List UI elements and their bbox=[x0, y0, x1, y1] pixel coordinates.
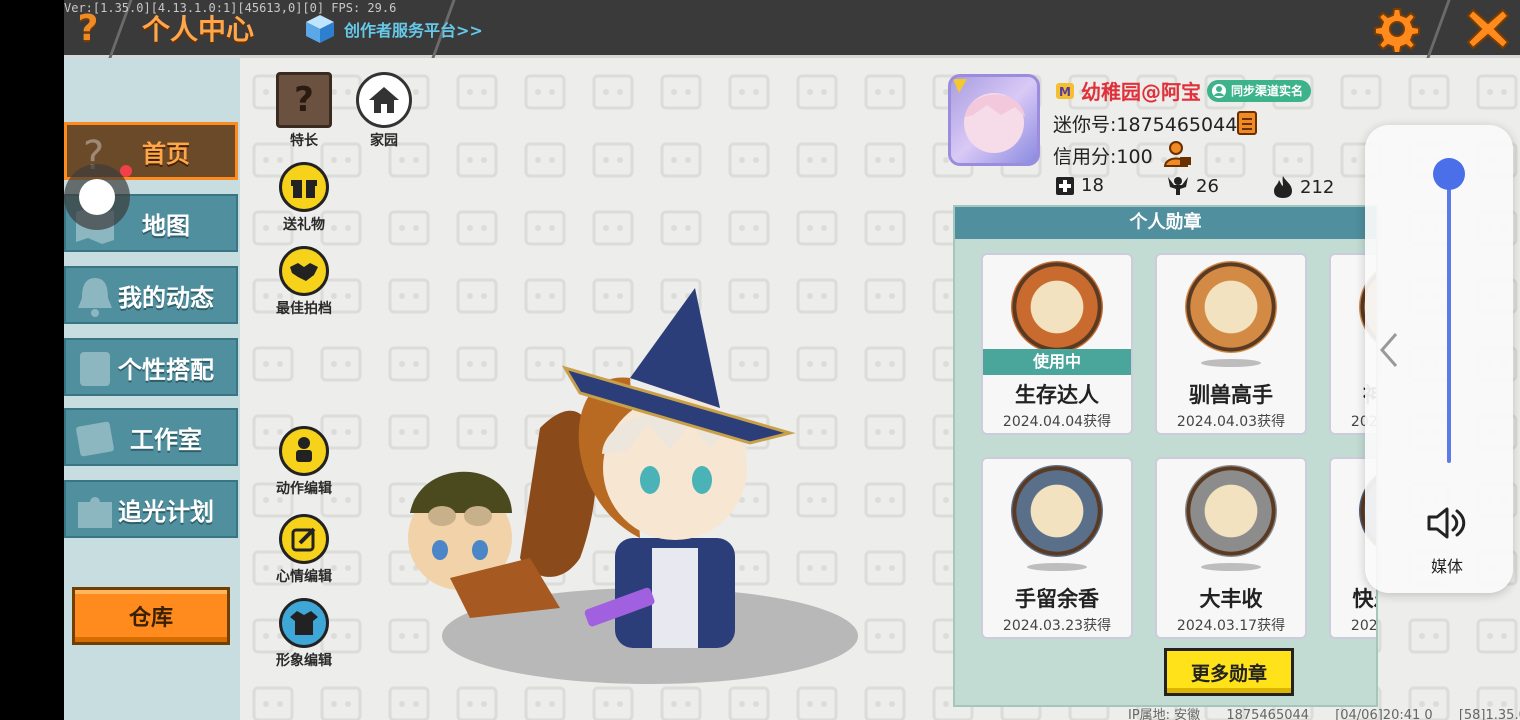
creator-platform-link[interactable]: 创作者服务平台>> bbox=[304, 10, 483, 48]
action-label: 动作编辑 bbox=[276, 481, 332, 497]
realname-badge-label: 同步渠道实名 bbox=[1231, 84, 1304, 98]
character-scene[interactable] bbox=[390, 258, 870, 698]
sidebar-item-light-chaser[interactable]: 追光计划 bbox=[64, 480, 238, 538]
medal-card[interactable]: 大丰收 2024.03.17获得 bbox=[1155, 457, 1307, 639]
mood-edit-icon bbox=[279, 514, 329, 564]
sidebar-item-activity[interactable]: 我的动态 bbox=[64, 266, 238, 324]
medal-shadow bbox=[1201, 563, 1261, 571]
medal-shadow bbox=[1027, 563, 1087, 571]
medal-date: 2024.03.17获得 bbox=[1350, 618, 1378, 634]
action-label: 送礼物 bbox=[283, 217, 325, 233]
floating-assist-ball[interactable] bbox=[64, 164, 130, 230]
footer-version: [58]1.35.0 bbox=[1458, 708, 1520, 720]
action-edit-button[interactable]: 动作编辑 bbox=[262, 426, 346, 498]
medal-date: 2024.03.17获得 bbox=[1176, 618, 1286, 634]
sidebar-item-label: 工作室 bbox=[130, 425, 202, 454]
person-check-icon bbox=[1212, 83, 1226, 98]
action-label: 心情编辑 bbox=[276, 569, 332, 585]
sidebar-item-outfit[interactable]: 个性搭配 bbox=[64, 338, 238, 396]
credit-person-icon[interactable] bbox=[1163, 139, 1193, 169]
sidebar-item-label: 首页 bbox=[142, 139, 190, 168]
medal-shadow bbox=[1201, 359, 1261, 367]
stat-value: 212 bbox=[1300, 176, 1335, 198]
outfit-edit-icon bbox=[279, 598, 329, 648]
medal-icon bbox=[1011, 465, 1103, 557]
ip-location: IP属地: 安徽 bbox=[1128, 708, 1201, 720]
handshake-icon bbox=[279, 246, 329, 296]
medal-name: 快乐小伙伴 bbox=[1352, 587, 1377, 611]
medal-date: 2024.04.04获得 bbox=[1002, 414, 1112, 430]
stat-popularity: 212 bbox=[1272, 175, 1334, 199]
warehouse-button[interactable]: 仓库 bbox=[72, 587, 230, 645]
medal-name: 手留余香 bbox=[1015, 587, 1099, 611]
best-partner-button[interactable]: 最佳拍档 bbox=[262, 246, 346, 318]
plus-box-icon bbox=[1056, 176, 1074, 195]
sidebar-item-label: 我的动态 bbox=[118, 283, 214, 312]
vip-badge-icon: M bbox=[1056, 82, 1074, 99]
mini-id: 迷你号:1875465044 bbox=[1053, 114, 1238, 136]
medal-name: 大丰收 bbox=[1199, 587, 1263, 611]
stat-friends: 18 bbox=[1055, 175, 1104, 196]
sidebar-item-studio[interactable]: 工作室 bbox=[64, 408, 238, 466]
speaker-icon[interactable] bbox=[1425, 503, 1469, 543]
footer-info: IP属地: 安徽 1875465044 [04/06]20:41 0 [58]1… bbox=[1128, 704, 1520, 720]
stat-value: 18 bbox=[1081, 175, 1104, 196]
stat-achievements: 26 bbox=[1166, 175, 1219, 197]
medal-panel-title: 个人勋章 bbox=[955, 207, 1376, 239]
profile-name-row: M 幼稚园@阿宝 同步渠道实名 bbox=[1055, 76, 1312, 105]
action-label: 形象编辑 bbox=[276, 653, 332, 669]
question-box-icon: ? bbox=[276, 72, 332, 128]
stat-value: 26 bbox=[1196, 175, 1219, 197]
creator-link-label: 创作者服务平台>> bbox=[344, 21, 483, 40]
copy-icon[interactable] bbox=[1236, 108, 1262, 136]
medal-date: 2024.03.23获得 bbox=[1002, 618, 1112, 634]
medal-icon bbox=[1185, 465, 1277, 557]
volume-slider-handle[interactable] bbox=[1433, 158, 1465, 190]
footer-uid: 1875465044 bbox=[1226, 708, 1310, 720]
chevron-left-icon[interactable] bbox=[1376, 330, 1402, 370]
send-gift-button[interactable]: 送礼物 bbox=[262, 162, 346, 234]
credit-score: 信用分:100 bbox=[1053, 146, 1153, 168]
in-use-badge: 使用中 bbox=[983, 349, 1131, 375]
pet-squirrel bbox=[408, 410, 597, 618]
mood-edit-button[interactable]: 心情编辑 bbox=[262, 514, 346, 586]
medal-panel: 个人勋章 使用中生存达人 2024.04.04获得 驯兽高手 2024.04.03获得… bbox=[953, 205, 1378, 707]
action-edit-icon bbox=[279, 426, 329, 476]
footer-time: [04/06]20:41 0 bbox=[1335, 708, 1433, 720]
more-medals-button[interactable]: 更多勋章 bbox=[1164, 648, 1294, 696]
medal-name: 驯兽高手 bbox=[1189, 383, 1273, 407]
debug-overlay-text: Ver:[1.35.0][4.13.1.0:1][45613,0][0] FPS… bbox=[64, 1, 397, 15]
medal-date: 2024.04.03获得 bbox=[1176, 414, 1286, 430]
sidebar-item-label: 个性搭配 bbox=[118, 355, 214, 384]
flame-icon bbox=[1274, 176, 1292, 198]
svg-text:M: M bbox=[1059, 85, 1071, 99]
action-label: 最佳拍档 bbox=[276, 301, 332, 317]
realname-badge[interactable]: 同步渠道实名 bbox=[1207, 79, 1312, 102]
volume-slider-track[interactable] bbox=[1447, 173, 1451, 463]
medal-icon bbox=[1011, 261, 1103, 353]
medal-card[interactable]: 手留余香 2024.03.23获得 bbox=[981, 457, 1133, 639]
trophy-person-icon bbox=[1168, 177, 1188, 195]
medal-card[interactable]: 驯兽高手 2024.04.03获得 bbox=[1155, 253, 1307, 435]
sidebar: ? 首页 地图 我的动态 个性搭配 工作室 追光计划 仓库 bbox=[64, 58, 240, 720]
action-label: 特长 bbox=[290, 133, 318, 149]
sidebar-item-label: 追光计划 bbox=[118, 497, 214, 526]
medal-icon bbox=[1185, 261, 1277, 353]
outfit-edit-button[interactable]: 形象编辑 bbox=[262, 598, 346, 670]
home-icon bbox=[356, 72, 412, 128]
avatar[interactable] bbox=[948, 74, 1040, 166]
volume-label: 媒体 bbox=[1430, 557, 1463, 576]
gear-icon[interactable] bbox=[1374, 6, 1420, 52]
close-icon[interactable] bbox=[1465, 6, 1511, 52]
action-label: 家园 bbox=[370, 133, 398, 149]
specialty-button[interactable]: ? 特长 bbox=[262, 72, 346, 150]
gift-icon bbox=[279, 162, 329, 212]
profile-name: 幼稚园@阿宝 bbox=[1081, 80, 1201, 104]
medal-name: 生存达人 bbox=[1015, 383, 1099, 407]
homeland-button[interactable]: 家园 bbox=[342, 72, 426, 150]
medal-card[interactable]: 使用中生存达人 2024.04.04获得 bbox=[981, 253, 1133, 435]
cube-icon bbox=[306, 15, 334, 43]
